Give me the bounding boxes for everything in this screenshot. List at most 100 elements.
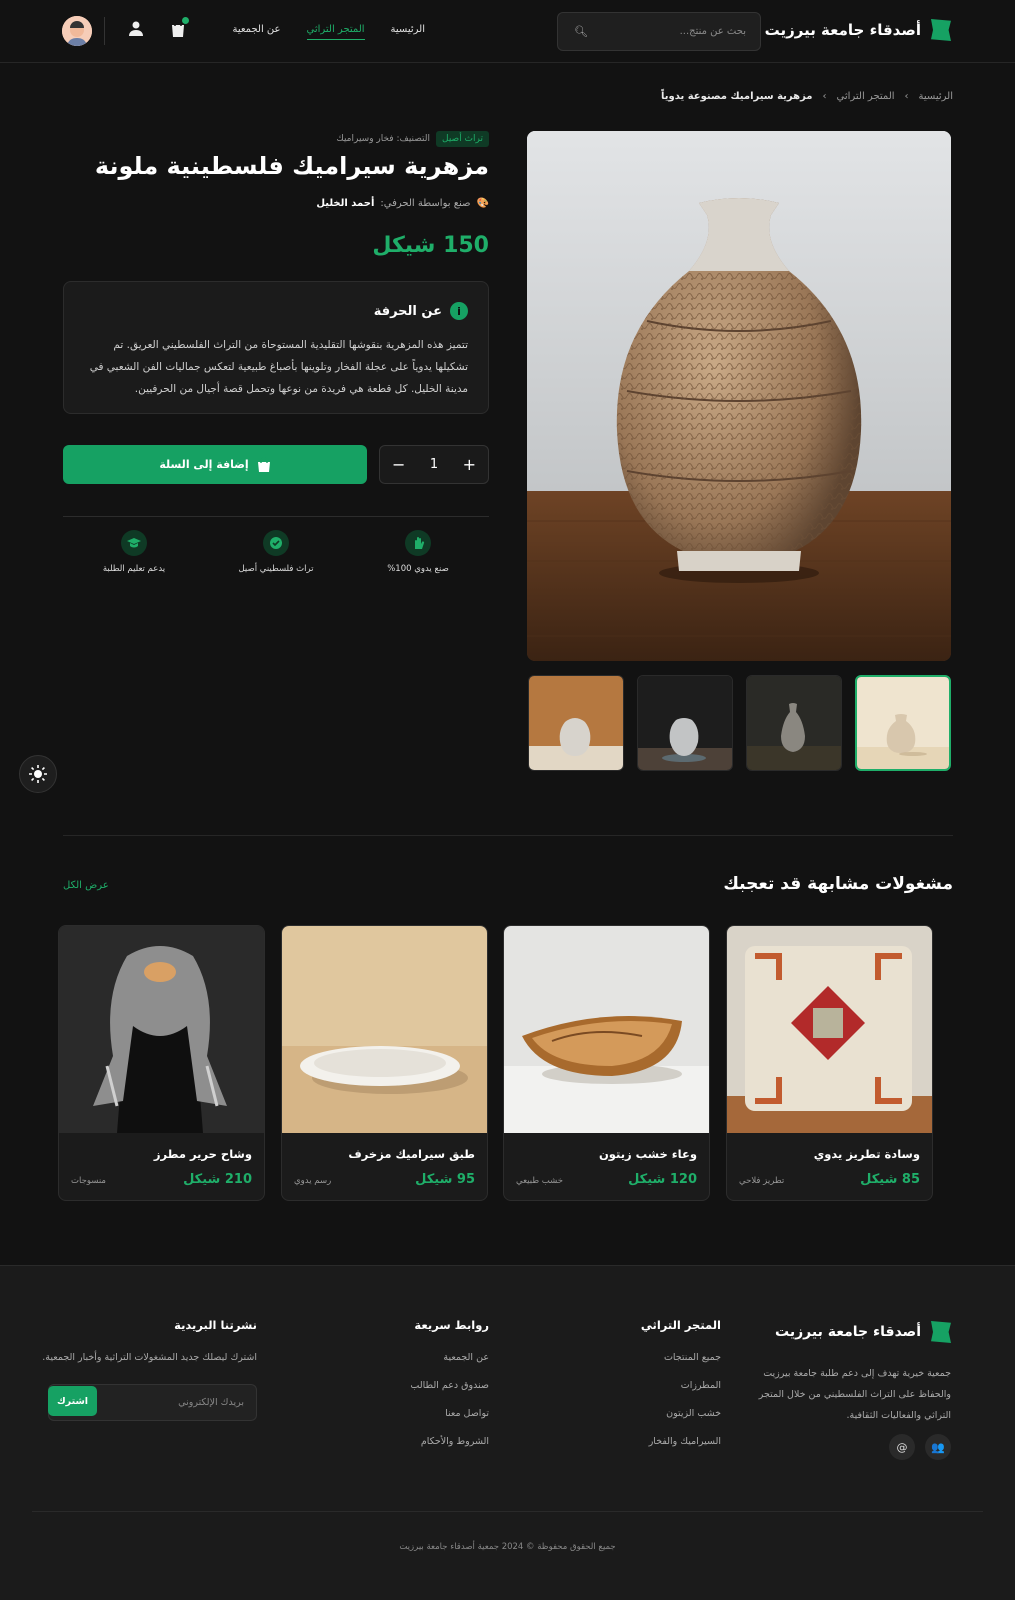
footer-link[interactable]: تواصل معنا xyxy=(410,1408,489,1419)
search-input[interactable] xyxy=(596,26,746,37)
about-text: تتميز هذه المزهرية بنقوشها التقليدية الم… xyxy=(89,339,468,395)
card-title: وشاح حرير مطرز xyxy=(153,1147,252,1161)
nav-shop[interactable]: المتجر التراثي xyxy=(306,24,365,40)
feature-heritage: تراث فلسطيني أصيل xyxy=(216,530,336,574)
thumbnail-4[interactable] xyxy=(528,675,624,771)
hand-icon xyxy=(405,530,431,556)
quantity-value[interactable]: 1 xyxy=(430,457,438,472)
breadcrumb-current: مزهرية سيراميك مصنوعة يدوياً xyxy=(660,91,813,102)
nav-about[interactable]: عن الجمعية xyxy=(232,24,280,40)
sun-icon xyxy=(29,765,47,783)
email-field[interactable] xyxy=(144,1397,244,1408)
product-card[interactable]: وعاء خشب زيتون 120 شيكل خشب طبيعي xyxy=(503,925,710,1201)
card-title: وسادة تطريز يدوي xyxy=(813,1147,920,1161)
card-category: منسوجات xyxy=(71,1176,106,1186)
feature-label: يدعم تعليم الطلبة xyxy=(102,564,166,574)
footer-link[interactable]: السيراميك والفخار xyxy=(641,1436,721,1447)
search-box: 🔍︎ xyxy=(557,12,761,51)
decrease-icon[interactable]: − xyxy=(392,455,405,474)
header-divider xyxy=(104,17,105,45)
brand-logo-icon xyxy=(931,1321,951,1343)
brand-name: أصدقاء جامعة بيرزيت xyxy=(764,21,921,39)
feature-label: صنع يدوي 100% xyxy=(387,564,449,574)
theme-toggle-button[interactable] xyxy=(19,755,57,793)
top-header: أصدقاء جامعة بيرزيت 🔍︎ الرئيسية المتجر ا… xyxy=(0,0,1015,63)
card-category: تطريز فلاحي xyxy=(739,1176,785,1186)
copyright: جميع الحقوق محفوظة © 2024 جمعية أصدقاء ج… xyxy=(399,1542,616,1552)
social-icon[interactable]: 👥 xyxy=(925,1434,951,1460)
product-card[interactable]: وسادة تطريز يدوي 85 شيكل تطريز فلاحي xyxy=(726,925,933,1201)
product-title: مزهرية سيراميك فلسطينية ملونة xyxy=(94,152,489,180)
footer-brand-name: أصدقاء جامعة بيرزيت xyxy=(775,1324,921,1340)
site-footer: أصدقاء جامعة بيرزيت جمعية خيرية تهدف إلى… xyxy=(0,1265,1015,1600)
brand[interactable]: أصدقاء جامعة بيرزيت xyxy=(765,19,951,41)
related-title: مشغولات مشابهة قد تعجبك xyxy=(723,874,953,894)
product-card[interactable]: طبق سيراميك مزخرف 95 شيكل رسم يدوي xyxy=(281,925,488,1201)
footer-link[interactable]: صندوق دعم الطالب xyxy=(410,1380,489,1391)
card-price: 120 شيكل xyxy=(628,1172,697,1187)
product-category: التصنيف: فخار وسيراميك xyxy=(336,134,431,144)
search-icon[interactable]: 🔍︎ xyxy=(574,25,588,38)
card-price: 85 شيكل xyxy=(860,1172,920,1187)
info-icon: i xyxy=(450,302,468,320)
palette-icon: 🎨 xyxy=(476,198,489,209)
footer-shop-title: المتجر التراثي xyxy=(640,1318,721,1332)
card-category: رسم يدوي xyxy=(294,1176,332,1186)
footer-newsletter-column: نشرتنا البريدية اشترك ليصلك جديد المشغول… xyxy=(42,1318,257,1375)
product-image xyxy=(59,926,264,1133)
footer-link[interactable]: جميع المنتجات xyxy=(641,1352,721,1363)
avatar[interactable] xyxy=(62,16,92,46)
newsletter-description: اشترك ليصلك جديد المشغولات التراثية وأخب… xyxy=(42,1352,257,1363)
email-icon[interactable]: @ xyxy=(889,1434,915,1460)
product-main-image xyxy=(527,131,951,661)
artisan-info: 🎨 صنع بواسطة الحرفي: أحمد الخليل xyxy=(316,198,489,209)
breadcrumb-separator: › xyxy=(822,91,827,102)
breadcrumb: الرئيسية › المتجر التراثي › مزهرية سيرام… xyxy=(661,91,953,102)
breadcrumb-home[interactable]: الرئيسية xyxy=(919,91,953,102)
nav-home[interactable]: الرئيسية xyxy=(391,24,425,40)
footer-link[interactable]: المطرزات xyxy=(641,1380,721,1391)
view-all-link[interactable]: عرض الكل xyxy=(63,880,109,891)
product-card[interactable]: وشاح حرير مطرز 210 شيكل منسوجات xyxy=(58,925,265,1201)
card-category: خشب طبيعي xyxy=(516,1176,563,1186)
brand-logo-icon xyxy=(931,19,951,41)
about-title: عن الحرفة xyxy=(373,303,442,319)
feature-education: يدعم تعليم الطلبة xyxy=(74,530,194,574)
cart-badge xyxy=(182,17,189,24)
heritage-tag: تراث أصيل xyxy=(436,131,489,147)
footer-link[interactable]: الشروط والأحكام xyxy=(410,1436,489,1447)
cart-icon[interactable] xyxy=(166,17,189,40)
breadcrumb-shop[interactable]: المتجر التراثي xyxy=(837,91,895,102)
thumbnail-2[interactable] xyxy=(746,675,842,771)
product-price: 150 شيكل xyxy=(372,233,489,258)
user-icon[interactable] xyxy=(124,20,144,40)
bag-icon xyxy=(257,456,270,472)
thumbnail-1[interactable] xyxy=(855,675,951,771)
increase-icon[interactable]: + xyxy=(463,455,476,474)
card-price: 95 شيكل xyxy=(415,1172,475,1187)
artisan-name[interactable]: أحمد الخليل xyxy=(316,198,374,209)
verified-badge-icon xyxy=(263,530,289,556)
card-title: طبق سيراميك مزخرف xyxy=(348,1147,475,1161)
main-nav: الرئيسية المتجر التراثي عن الجمعية xyxy=(232,24,425,40)
add-to-cart-button[interactable]: إضافة إلى السلة xyxy=(63,445,367,484)
footer-shop-column: المتجر التراثي جميع المنتجات المطرزات خش… xyxy=(641,1318,721,1464)
footer-link[interactable]: عن الجمعية xyxy=(410,1352,489,1363)
product-image xyxy=(504,926,709,1133)
card-price: 210 شيكل xyxy=(183,1172,252,1187)
add-to-cart-label: إضافة إلى السلة xyxy=(159,458,249,471)
footer-brand[interactable]: أصدقاء جامعة بيرزيت xyxy=(775,1321,951,1343)
footer-link[interactable]: خشب الزيتون xyxy=(641,1408,721,1419)
feature-handmade: صنع يدوي 100% xyxy=(358,530,478,574)
newsletter-title: نشرتنا البريدية xyxy=(174,1318,257,1332)
product-image xyxy=(282,926,487,1133)
feature-label: تراث فلسطيني أصيل xyxy=(238,564,314,574)
graduation-cap-icon xyxy=(121,530,147,556)
thumbnail-3[interactable] xyxy=(637,675,733,771)
footer-divider xyxy=(32,1511,983,1512)
divider xyxy=(63,516,489,517)
footer-quick-title: روابط سريعة xyxy=(414,1318,489,1332)
product-image xyxy=(727,926,932,1133)
about-craft-card: i عن الحرفة تتميز هذه المزهرية بنقوشها ا… xyxy=(63,281,489,414)
subscribe-button[interactable]: اشترك xyxy=(48,1386,97,1416)
